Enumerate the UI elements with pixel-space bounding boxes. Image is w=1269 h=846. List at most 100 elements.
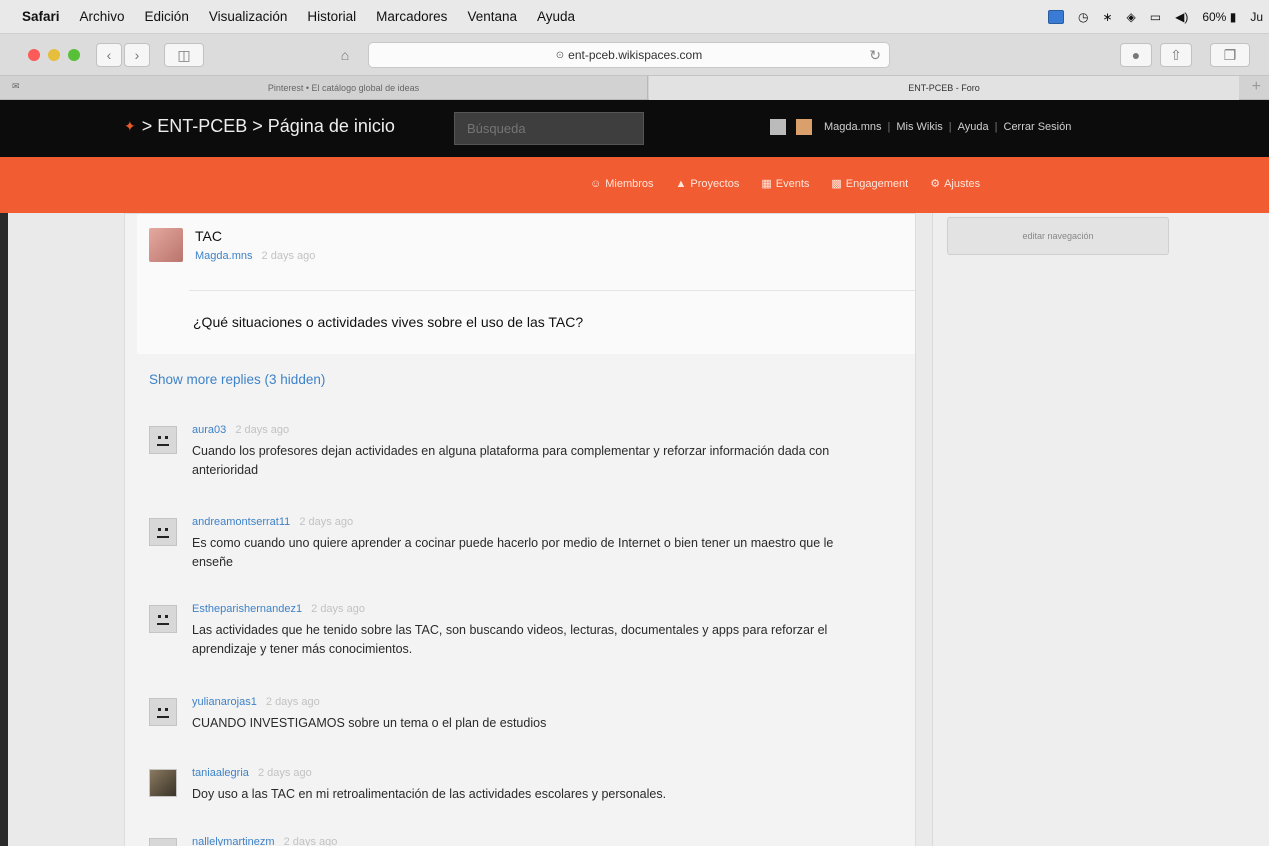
nav-label: Events xyxy=(775,177,810,190)
nav-projects[interactable]: ▲ Proyectos xyxy=(676,177,740,190)
nav-settings[interactable]: ⚙ Ajustes xyxy=(930,177,981,191)
help-link[interactable]: Ayuda xyxy=(958,121,989,133)
edit-navigation-button[interactable]: editar navegación xyxy=(947,217,1169,255)
post-body: ¿Qué situaciones o actividades vives sob… xyxy=(193,314,584,330)
settings-icon: ⚙ xyxy=(930,178,941,190)
chevron-right-icon: › xyxy=(134,47,140,63)
avatar[interactable] xyxy=(149,769,177,797)
user-link[interactable]: Magda.mns xyxy=(824,121,881,133)
default-avatar-icon[interactable] xyxy=(149,426,177,454)
search-input[interactable] xyxy=(454,112,644,145)
home-icon: ⌂ xyxy=(340,47,350,63)
zoom-window-button[interactable] xyxy=(68,49,80,61)
wikispaces-logo-icon: ✦ xyxy=(124,118,136,134)
clock[interactable]: Ju xyxy=(1250,10,1263,24)
battery-percent: 60% xyxy=(1202,10,1227,24)
members-icon: ☺ xyxy=(590,177,602,190)
tab-title: Pinterest • El catálogo global de ideas xyxy=(267,83,420,93)
reply-time: 2 days ago xyxy=(235,424,290,436)
new-tab-button[interactable]: + xyxy=(1252,78,1261,96)
default-avatar-icon[interactable] xyxy=(149,838,177,846)
nav-label: Engagement xyxy=(845,177,909,190)
avatar[interactable] xyxy=(796,119,812,135)
my-wikis-link[interactable]: Mis Wikis xyxy=(896,121,942,133)
menu-edicion[interactable]: Edición xyxy=(145,9,189,24)
forward-button[interactable]: › xyxy=(124,43,150,67)
lock-icon: ⊙ xyxy=(555,49,565,61)
chevron-left-icon: ‹ xyxy=(106,47,112,63)
divider xyxy=(189,290,915,291)
wifi-icon[interactable]: ◈ xyxy=(1127,10,1136,24)
separator: | xyxy=(994,121,998,133)
menu-bar: Safari Archivo Edición Visualización His… xyxy=(0,0,1269,34)
projects-icon: ▲ xyxy=(675,177,687,190)
bluetooth-icon[interactable]: ∗ xyxy=(1102,10,1112,24)
nav-label: Ajustes xyxy=(944,177,981,190)
default-avatar-icon[interactable] xyxy=(149,698,177,726)
reply-meta: Estheparishernandez1 2 days ago xyxy=(192,603,365,615)
post-author-link[interactable]: Magda.mns xyxy=(195,250,252,262)
menu-ventana[interactable]: Ventana xyxy=(467,9,517,24)
close-window-button[interactable] xyxy=(28,49,40,61)
tab-title: ENT-PCEB - Foro xyxy=(908,83,980,93)
reply-author-link[interactable]: andreamontserrat11 xyxy=(192,516,290,528)
reply-time: 2 days ago xyxy=(311,603,365,615)
reply-author-link[interactable]: yulianarojas1 xyxy=(192,696,257,708)
default-avatar-icon[interactable] xyxy=(149,605,177,633)
post-meta: Magda.mns 2 days ago xyxy=(195,250,315,262)
volume-icon[interactable]: ◀) xyxy=(1175,10,1188,24)
reply-author-link[interactable]: taniaalegria xyxy=(192,767,249,779)
menu-visualizacion[interactable]: Visualización xyxy=(209,9,288,24)
menu-ayuda[interactable]: Ayuda xyxy=(537,9,575,24)
window-edge xyxy=(0,213,8,846)
show-more-replies-link[interactable]: Show more replies (3 hidden) xyxy=(149,372,325,387)
breadcrumb-text: > ENT-PCEB > Página de inicio xyxy=(141,116,395,136)
extension-icon: ● xyxy=(1131,47,1141,63)
nav-events[interactable]: ▦ Events xyxy=(761,177,810,191)
sidebar-toggle-button[interactable]: ◫ xyxy=(164,43,204,67)
wiki-sidebar: editar navegación xyxy=(932,213,1269,846)
tab-pinterest[interactable]: Pinterest • El catálogo global de ideas xyxy=(40,76,648,100)
tabs-icon: ❐ xyxy=(1223,46,1237,63)
separator: | xyxy=(948,121,952,133)
battery-status[interactable]: 60% ▮ xyxy=(1202,10,1236,24)
tabs-overview-button[interactable]: ❐ xyxy=(1210,43,1250,67)
reload-icon[interactable]: ↻ xyxy=(869,47,881,64)
discussion-thread: TAC Magda.mns 2 days ago ¿Qué situacione… xyxy=(124,213,916,846)
menu-archivo[interactable]: Archivo xyxy=(80,9,125,24)
mail-icon[interactable]: ✉ xyxy=(12,81,20,92)
menu-marcadores[interactable]: Marcadores xyxy=(376,9,447,24)
logout-link[interactable]: Cerrar Sesión xyxy=(1004,121,1072,133)
reply-time: 2 days ago xyxy=(257,767,312,779)
address-bar[interactable]: ⊙ ent-pceb.wikispaces.com ↻ xyxy=(368,42,890,68)
share-icon: ⇧ xyxy=(1170,46,1182,63)
nav-members[interactable]: ☺ Miembros xyxy=(590,177,654,190)
screen-capture-icon[interactable] xyxy=(1047,10,1064,24)
separator: | xyxy=(887,121,891,133)
back-button[interactable]: ‹ xyxy=(96,43,122,67)
original-post: TAC Magda.mns 2 days ago ¿Qué situacione… xyxy=(137,214,915,354)
menu-historial[interactable]: Historial xyxy=(307,9,356,24)
time-machine-icon[interactable]: ◷ xyxy=(1078,10,1088,24)
breadcrumb[interactable]: ✦ > ENT-PCEB > Página de inicio xyxy=(124,116,395,137)
tab-ent-pceb[interactable]: ENT-PCEB - Foro xyxy=(649,76,1239,100)
wiki-header: ✦ > ENT-PCEB > Página de inicio Magda.mn… xyxy=(0,100,1269,157)
reply-author-link[interactable]: aura03 xyxy=(192,424,226,436)
nav-label: Proyectos xyxy=(690,177,740,190)
reply-text: Cuando los profesores dejan actividades … xyxy=(192,444,830,477)
reply-author-link[interactable]: nallelymartinezm xyxy=(192,836,275,846)
events-icon: ▦ xyxy=(761,178,772,190)
minimize-window-button[interactable] xyxy=(48,49,60,61)
home-button[interactable]: ⌂ xyxy=(330,43,360,67)
reply-author-link[interactable]: Estheparishernandez1 xyxy=(192,603,302,615)
notifications-icon[interactable] xyxy=(770,119,786,135)
default-avatar-icon[interactable] xyxy=(149,518,177,546)
airplay-icon[interactable]: ▭ xyxy=(1150,10,1161,24)
extension-button[interactable]: ● xyxy=(1120,43,1152,67)
avatar[interactable] xyxy=(149,228,183,262)
battery-icon: ▮ xyxy=(1229,10,1237,24)
share-button[interactable]: ⇧ xyxy=(1160,43,1192,67)
browser-toolbar: ‹ › ◫ ⌂ ⊙ ent-pceb.wikispaces.com ↻ ● ⇧ … xyxy=(0,34,1269,76)
nav-engagement[interactable]: ▩ Engagement xyxy=(831,177,909,191)
menu-app-safari[interactable]: Safari xyxy=(22,9,60,24)
